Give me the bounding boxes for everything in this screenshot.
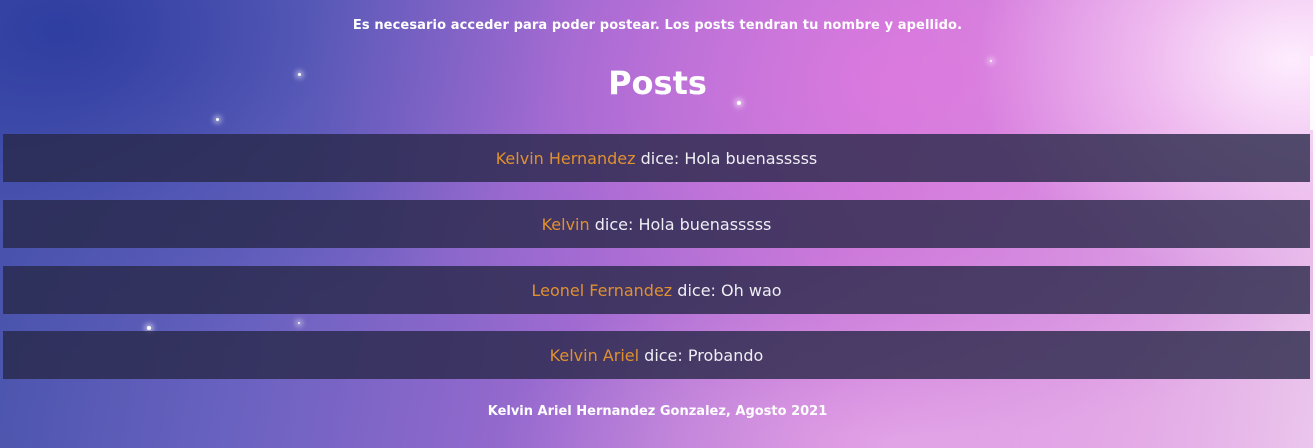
star-decoration: [216, 118, 219, 121]
post-verb: dice:: [644, 345, 683, 365]
post-author: Kelvin: [541, 214, 590, 234]
post-message: Hola buenasssss: [684, 148, 818, 168]
post-item: Leonel Fernandez dice: Oh wao: [3, 266, 1310, 314]
login-notice: Es necesario acceder para poder postear.…: [352, 18, 963, 33]
post-author: Leonel Fernandez: [531, 280, 673, 300]
star-decoration: [298, 322, 300, 324]
post-verb: dice:: [640, 148, 680, 168]
post-item: Kelvin Ariel dice: Probando: [3, 331, 1310, 379]
star-decoration: [147, 326, 151, 330]
post-author: Kelvin Ariel: [549, 345, 640, 365]
post-message: Hola buenasssss: [638, 214, 772, 234]
post-message: Oh wao: [721, 280, 782, 300]
post-verb: dice:: [594, 214, 634, 234]
post-item: Kelvin Hernandez dice: Hola buenasssss: [3, 134, 1310, 182]
post-message: Probando: [687, 345, 764, 365]
post-author: Kelvin Hernandez: [495, 148, 636, 168]
post-verb: dice:: [677, 280, 716, 300]
page-title: Posts: [608, 64, 707, 102]
star-decoration: [990, 60, 992, 62]
footer-credits: Kelvin Ariel Hernandez Gonzalez, Agosto …: [487, 404, 828, 419]
page: { "notice": "Es necesario acceder para p…: [0, 0, 1315, 448]
post-item: Kelvin dice: Hola buenasssss: [3, 200, 1310, 248]
